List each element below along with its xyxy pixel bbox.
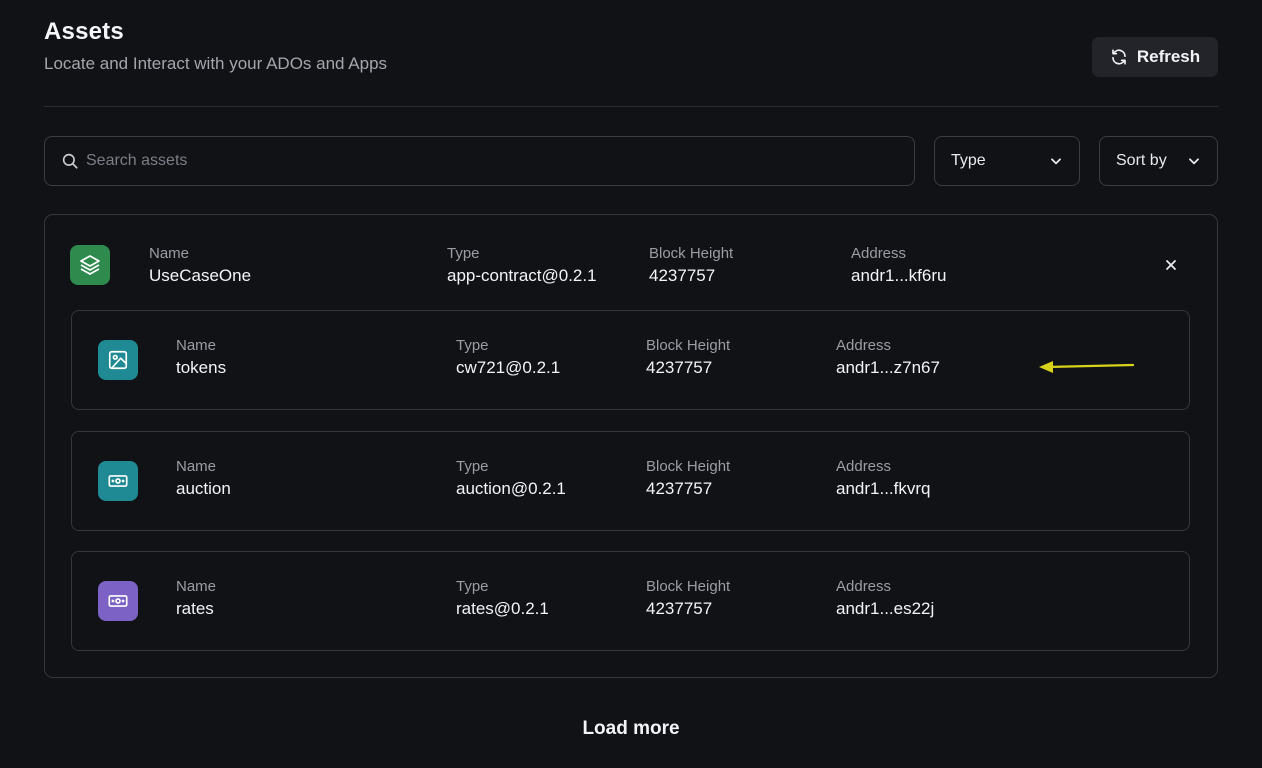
app-address[interactable]: andr1...kf6ru (851, 265, 946, 287)
name-label: Name (176, 337, 217, 354)
address-label: Address (836, 578, 892, 595)
type-label: Type (456, 458, 489, 475)
ado-name-field: Name rates (176, 578, 216, 620)
ado-address[interactable]: andr1...fkvrq (836, 478, 931, 500)
ado-block-height: 4237757 (646, 358, 713, 377)
address-label: Address (836, 458, 892, 475)
ado-block-height: 4237757 (646, 479, 713, 498)
ado-block-field: Block Height 4237757 (646, 458, 730, 500)
ado-address-field: Address andr1...es22j (836, 578, 934, 620)
refresh-label: Refresh (1136, 47, 1201, 66)
layers-icon (70, 245, 110, 285)
cash-icon (98, 461, 138, 501)
name-label: Name (176, 458, 217, 475)
page-header: Assets Locate and Interact with your ADO… (44, 18, 1218, 88)
block-height-label: Block Height (646, 337, 731, 354)
search-icon (61, 152, 79, 170)
sort-by-label: Sort by (1116, 152, 1167, 169)
app-name-field: Name UseCaseOne (149, 245, 251, 287)
type-label: Type (456, 337, 489, 354)
type-label: Type (447, 245, 480, 262)
type-filter-select[interactable]: Type (934, 136, 1080, 186)
page-title: Assets (44, 18, 124, 45)
type-filter-label: Type (951, 152, 986, 169)
app-type-field: Type app-contract@0.2.1 (447, 245, 597, 287)
header-divider (44, 106, 1218, 107)
ado-name: tokens (176, 358, 227, 377)
block-height-label: Block Height (646, 458, 731, 475)
chevron-down-icon (1187, 154, 1201, 168)
block-height-label: Block Height (646, 578, 731, 595)
load-more-button[interactable]: Load more (0, 718, 1262, 740)
ado-name-field: Name auction (176, 458, 231, 500)
ado-type-field: Type cw721@0.2.1 (456, 337, 560, 379)
ado-address[interactable]: andr1...es22j (836, 598, 934, 620)
ado-address-field: Address andr1...fkvrq (836, 458, 931, 500)
ado-card-auction[interactable]: Name auction Type auction@0.2.1 Block He… (71, 431, 1190, 531)
address-label: Address (851, 245, 907, 262)
ado-name: auction (176, 479, 231, 498)
chevron-down-icon (1049, 154, 1063, 168)
ado-type: cw721@0.2.1 (456, 358, 561, 377)
block-height-label: Block Height (649, 245, 734, 262)
refresh-icon (1110, 48, 1128, 66)
ado-block-field: Block Height 4237757 (646, 578, 730, 620)
search-input[interactable] (86, 152, 914, 170)
app-name: UseCaseOne (149, 266, 252, 285)
app-address-field: Address andr1...kf6ru (851, 245, 946, 287)
sort-by-select[interactable]: Sort by (1099, 136, 1218, 186)
ado-address-field: Address andr1...z7n67 (836, 337, 940, 379)
image-icon (98, 340, 138, 380)
app-block-field: Block Height 4237757 (649, 245, 733, 287)
ado-address[interactable]: andr1...z7n67 (836, 357, 940, 379)
assets-page: Assets Locate and Interact with your ADO… (0, 0, 1262, 768)
ado-type-field: Type auction@0.2.1 (456, 458, 566, 500)
type-label: Type (456, 578, 489, 595)
app-card[interactable]: Name UseCaseOne Type app-contract@0.2.1 … (44, 214, 1218, 678)
close-icon[interactable] (1161, 255, 1181, 275)
search-field[interactable] (44, 136, 915, 186)
ado-name: rates (176, 599, 214, 618)
ado-card-tokens[interactable]: Name tokens Type cw721@0.2.1 Block Heigh… (71, 310, 1190, 410)
ado-card-rates[interactable]: Name rates Type rates@0.2.1 Block Height… (71, 551, 1190, 651)
name-label: Name (176, 578, 217, 595)
refresh-button[interactable]: Refresh (1092, 37, 1218, 77)
name-label: Name (149, 245, 190, 262)
ado-name-field: Name tokens (176, 337, 226, 379)
ado-block-height: 4237757 (646, 599, 713, 618)
ado-type: rates@0.2.1 (456, 599, 549, 618)
page-subtitle: Locate and Interact with your ADOs and A… (44, 54, 388, 73)
annotation-arrow-icon (1039, 361, 1135, 373)
ado-type-field: Type rates@0.2.1 (456, 578, 549, 620)
app-type: app-contract@0.2.1 (447, 266, 597, 285)
cash-icon (98, 581, 138, 621)
ado-block-field: Block Height 4237757 (646, 337, 730, 379)
ado-type: auction@0.2.1 (456, 479, 566, 498)
address-label: Address (836, 337, 892, 354)
app-block-height: 4237757 (649, 266, 716, 285)
